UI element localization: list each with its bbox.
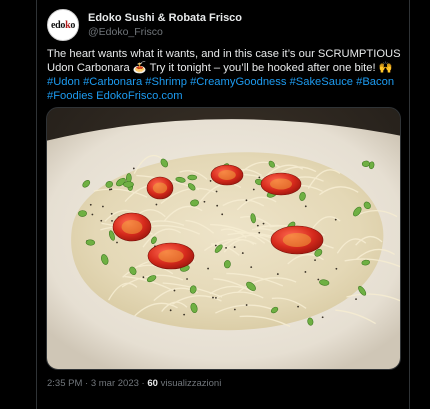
pepper-fleck [91, 213, 94, 216]
pepper-fleck [221, 213, 224, 216]
pepper-fleck [207, 267, 209, 270]
pepper-fleck [304, 271, 307, 273]
meta-separator: · [85, 378, 89, 389]
pepper-fleck [233, 246, 236, 248]
pepper-fleck [334, 218, 337, 221]
tomato-seeds [158, 249, 184, 263]
tomato-seeds [152, 182, 168, 194]
pepper-fleck [142, 276, 145, 279]
hashtag-link[interactable]: #SakeSauce [290, 76, 353, 88]
pepper-fleck [321, 316, 324, 319]
pepper-fleck [89, 203, 92, 206]
views-label: visualizzazioni [160, 378, 222, 389]
pepper-fleck [183, 313, 186, 316]
scallion-slice [187, 174, 198, 181]
pepper-fleck [169, 309, 172, 312]
tweet-meta: 2:35 PM · 3 mar 2023 · 60 visualizzazion… [47, 378, 221, 389]
pepper-fleck [101, 205, 104, 208]
tweet-text-line-2: Udon Carbonara 🍝 Try it tonight – you’ll… [47, 62, 393, 74]
pepper-fleck [297, 305, 299, 308]
tweet-header: edoko Edoko Sushi & Robata Frisco @Edoko… [47, 9, 242, 41]
pepper-fleck [317, 278, 320, 281]
scallion-slice [85, 239, 96, 246]
website-link[interactable]: EdokoFrisco.com [96, 90, 182, 102]
tweet-text: The heart wants what it wants, and in th… [47, 47, 405, 103]
scallion-slice [223, 260, 231, 269]
scallion-slice [361, 160, 370, 167]
meta-separator-2: · [141, 378, 145, 389]
author-handle[interactable]: @Edoko_Frisco [88, 25, 242, 39]
pepper-fleck [173, 289, 176, 292]
pepper-fleck [258, 176, 261, 179]
tweet[interactable]: edoko Edoko Sushi & Robata Frisco @Edoko… [37, 0, 409, 409]
hashtag-link[interactable]: #CreamyGoodness [190, 76, 286, 88]
pepper-fleck [216, 204, 219, 207]
hashtag-link[interactable]: #Carbonara [83, 76, 142, 88]
pepper-fleck [215, 296, 217, 299]
pasta-dish-photo-icon [47, 108, 400, 369]
pepper-fleck [241, 252, 244, 254]
pepper-fleck [355, 298, 357, 301]
views-count: 60 [147, 378, 158, 389]
pepper-fleck [250, 266, 253, 269]
pepper-fleck [100, 219, 103, 222]
hashtags-line-1: #Udon #Carbonara #Shrimp #CreamyGoodness… [47, 75, 405, 89]
pepper-fleck [252, 188, 255, 191]
pepper-fleck [258, 231, 261, 234]
pepper-fleck [215, 190, 218, 193]
pepper-fleck [245, 199, 248, 202]
hashtag-link[interactable]: #Udon [47, 76, 80, 88]
pepper-fleck [335, 267, 338, 270]
hashtags-line-2: #Foodies EdokoFrisco.com [47, 89, 405, 103]
pepper-fleck [276, 273, 279, 275]
tomato-seeds [270, 178, 292, 190]
pepper-fleck [245, 304, 248, 306]
pepper-fleck [225, 246, 227, 249]
tomato-seeds [282, 233, 312, 247]
scallion-slice [78, 210, 87, 217]
avatar[interactable]: edoko [47, 9, 79, 41]
pepper-fleck [256, 224, 259, 227]
pepper-fleck [314, 259, 316, 262]
pepper-fleck [212, 296, 214, 299]
hashtag-link[interactable]: #Shrimp [145, 76, 187, 88]
pepper-fleck [110, 212, 113, 215]
pepper-fleck [209, 180, 212, 182]
pepper-fleck [203, 200, 206, 203]
pepper-fleck [262, 222, 265, 225]
avatar-logo: edoko [50, 19, 76, 31]
tweet-time[interactable]: 2:35 PM [47, 378, 82, 389]
pepper-fleck [233, 308, 236, 311]
tomato-seeds [121, 220, 143, 234]
tweet-date[interactable]: 3 mar 2023 [91, 378, 139, 389]
tweet-media-photo[interactable] [46, 107, 401, 370]
pepper-fleck [155, 203, 158, 206]
column-divider-right [409, 0, 410, 409]
pepper-fleck [132, 167, 135, 170]
pepper-fleck [108, 188, 111, 191]
pepper-fleck [186, 278, 188, 280]
pepper-fleck [214, 244, 217, 247]
pepper-fleck [111, 219, 113, 222]
scallion-slice [123, 181, 134, 188]
author-names: Edoko Sushi & Robata Frisco @Edoko_Frisc… [88, 11, 242, 39]
pepper-fleck [304, 205, 307, 208]
hashtag-link[interactable]: #Bacon [356, 76, 394, 88]
tweet-text-line-1: The heart wants what it wants, and in th… [47, 48, 401, 60]
pepper-fleck [116, 241, 118, 244]
hashtag-link[interactable]: #Foodies [47, 90, 93, 102]
pepper-fleck [110, 188, 113, 191]
author-display-name[interactable]: Edoko Sushi & Robata Frisco [88, 11, 242, 25]
tomato-seeds [218, 170, 236, 180]
